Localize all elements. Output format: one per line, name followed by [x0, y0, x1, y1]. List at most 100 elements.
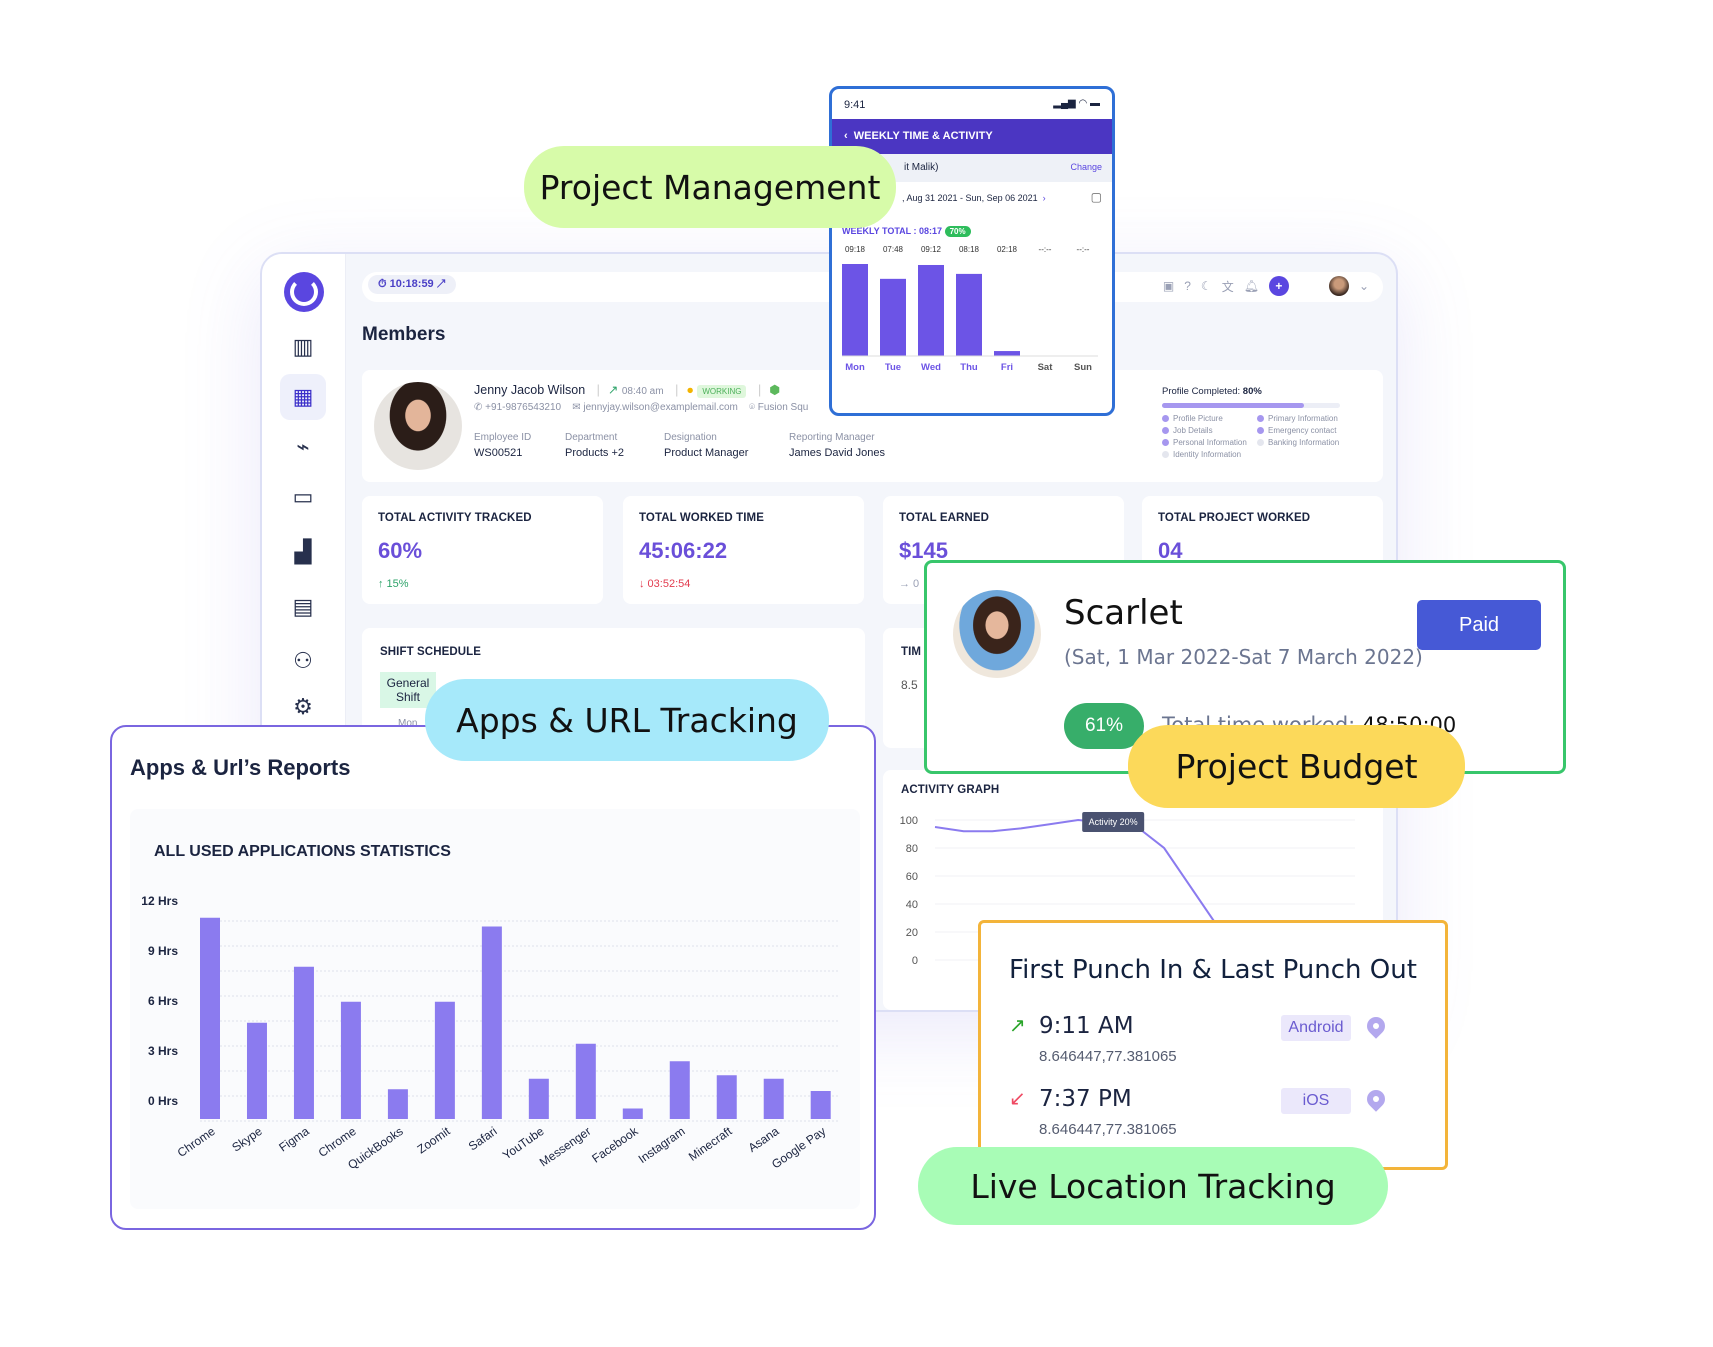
- profile-completion: Profile Completed: 80% Profile Picture Pr…: [1162, 386, 1362, 459]
- analytics-icon[interactable]: ⌁: [280, 424, 326, 470]
- x-tick-label: Zoomit: [415, 1124, 454, 1157]
- bar-value-label: 09:18: [845, 245, 866, 254]
- bar-value-label: 07:48: [883, 245, 904, 254]
- status-icons: ▂▄▆ ◠ ▬: [1053, 98, 1100, 109]
- translate-icon[interactable]: 文: [1222, 278, 1234, 295]
- change-link[interactable]: Change: [1070, 162, 1102, 172]
- mobile-weekly-screen: 9:41 ▂▄▆ ◠ ▬ ‹ WEEKLY TIME & ACTIVITY it…: [829, 86, 1115, 416]
- checklist-label: Primary Information: [1268, 414, 1338, 423]
- next-icon[interactable]: ›: [1043, 193, 1046, 203]
- y-tick-label: 80: [906, 843, 918, 855]
- phone-header-title: WEEKLY TIME & ACTIVITY: [853, 130, 993, 142]
- calendar-icon[interactable]: ▢: [1091, 190, 1102, 204]
- percent-badge: 61%: [1064, 703, 1144, 749]
- weekly-bar-chart: 09:18 Mon 07:48 Tue 09:12 Wed 08:18 Thu 02:18 Fri…: [842, 245, 1098, 373]
- location-pin-icon[interactable]: [1363, 1013, 1389, 1039]
- time-card-value: 8.5: [901, 678, 918, 692]
- settings-icon[interactable]: ⚙: [280, 684, 326, 730]
- label-project-management: Project Management: [524, 146, 896, 228]
- stat-title: TOTAL ACTIVITY TRACKED: [378, 512, 532, 524]
- profile-checklist-item: Banking Information: [1257, 438, 1357, 447]
- bar-asana: [763, 1078, 784, 1119]
- bar-thu: [956, 273, 982, 356]
- y-tick-label: 9 Hrs: [148, 944, 178, 958]
- member-field: Reporting Manager James David Jones: [789, 432, 885, 459]
- app-logo-icon[interactable]: [284, 272, 324, 312]
- weekly-badge: 70%: [944, 226, 971, 237]
- bar-value-label: 09:12: [921, 245, 942, 254]
- scarlet-date-range: (Sat, 1 Mar 2022-Sat 7 March 2022): [1064, 645, 1423, 669]
- user-avatar[interactable]: [1328, 276, 1349, 296]
- team-icon[interactable]: ⚇: [280, 638, 326, 684]
- member-field: Employee ID WS00521: [474, 432, 531, 459]
- day-label: Tue: [885, 362, 901, 373]
- paid-button[interactable]: Paid: [1417, 600, 1541, 650]
- x-tick-label: Chrome: [175, 1124, 218, 1160]
- weekly-total-value: 08:17: [919, 226, 943, 236]
- phone-user: it Malik): [904, 162, 939, 173]
- field-label: Designation: [664, 432, 717, 443]
- day-label: Sun: [1074, 362, 1092, 373]
- activity-graph-title: ACTIVITY GRAPH: [901, 784, 1000, 796]
- field-value: Product Manager: [664, 447, 749, 459]
- y-tick-label: 40: [906, 899, 918, 911]
- x-tick-label: Messenger: [537, 1124, 594, 1170]
- bar-facebook: [622, 1108, 643, 1119]
- y-tick-label: 20: [906, 927, 918, 939]
- phone-header: ‹ WEEKLY TIME & ACTIVITY: [832, 119, 1112, 154]
- dark-mode-icon[interactable]: ☾: [1201, 279, 1212, 293]
- profile-value: 80%: [1242, 386, 1262, 397]
- bell-icon[interactable]: 🔔︎: [1244, 279, 1259, 293]
- day-label: Wed: [921, 362, 941, 373]
- profile-checklist-item: Job Details: [1162, 426, 1257, 435]
- folder-icon[interactable]: ▭: [280, 474, 326, 520]
- day-label: Mon: [845, 362, 865, 373]
- member-field: Designation Product Manager: [664, 432, 748, 459]
- device-tag: iOS: [1281, 1088, 1351, 1114]
- bar-quickbooks: [387, 1089, 408, 1119]
- phone-clock: 9:41: [844, 99, 866, 111]
- help-icon[interactable]: ?: [1184, 279, 1191, 293]
- member-field: Department Products +2: [565, 432, 624, 459]
- y-tick-label: 0: [912, 955, 918, 967]
- member-phone: +91-9876543210: [485, 402, 562, 413]
- document-icon[interactable]: ▤: [280, 584, 326, 630]
- bar-value-label: --:--: [1039, 245, 1052, 254]
- screenshot-icon[interactable]: ▣: [1163, 279, 1174, 293]
- bar-figma: [293, 966, 314, 1119]
- location-pin-icon[interactable]: [1363, 1086, 1389, 1112]
- checklist-label: Emergency contact: [1268, 426, 1337, 435]
- timer-pill[interactable]: ⏱ 10:18:59 ↗: [368, 275, 456, 294]
- field-label: Reporting Manager: [789, 432, 875, 443]
- location-icon: ⌾: [748, 402, 755, 413]
- punch-time: 9:11 AM: [1039, 1013, 1134, 1039]
- profile-checklist-item: Profile Picture: [1162, 414, 1257, 423]
- stat-change: ↓ 03:52:54: [639, 578, 691, 590]
- y-tick-label: 0 Hrs: [148, 1094, 178, 1108]
- building-icon[interactable]: ▟: [280, 529, 326, 575]
- mail-icon: ✉: [572, 402, 581, 413]
- bar-value-label: 08:18: [959, 245, 980, 254]
- back-icon[interactable]: ‹: [844, 130, 848, 142]
- add-button[interactable]: +: [1268, 276, 1289, 296]
- dashboard-icon[interactable]: ▥: [280, 324, 326, 370]
- bar-value-label: --:--: [1077, 245, 1090, 254]
- calendar-icon[interactable]: ▦: [280, 374, 326, 420]
- punch-title: First Punch In & Last Punch Out: [1009, 955, 1417, 985]
- bar-google-pay: [810, 1091, 831, 1119]
- bar-value-label: 02:18: [997, 245, 1018, 254]
- chevron-down-icon[interactable]: ⌄: [1359, 279, 1369, 293]
- checklist-label: Profile Picture: [1173, 414, 1223, 423]
- bar-safari: [481, 926, 502, 1119]
- punch-time: 7:37 PM: [1039, 1086, 1132, 1112]
- member-email[interactable]: jennyjay.wilson@examplemail.com: [583, 402, 737, 413]
- scarlet-name: Scarlet: [1064, 593, 1183, 633]
- profile-checklist-item: Primary Information: [1257, 414, 1357, 423]
- apps-reports-card: Apps & Url’s Reports ALL USED APPLICATIO…: [110, 725, 876, 1230]
- y-tick-label: 12 Hrs: [141, 894, 178, 908]
- day-label: Fri: [1001, 362, 1013, 373]
- punch-time: 08:40 am: [621, 386, 664, 397]
- punch-coords: 8.646447,77.381065: [1039, 1121, 1177, 1138]
- shift-title: SHIFT SCHEDULE: [380, 646, 482, 658]
- profile-checklist-item: Identity Information: [1162, 450, 1257, 459]
